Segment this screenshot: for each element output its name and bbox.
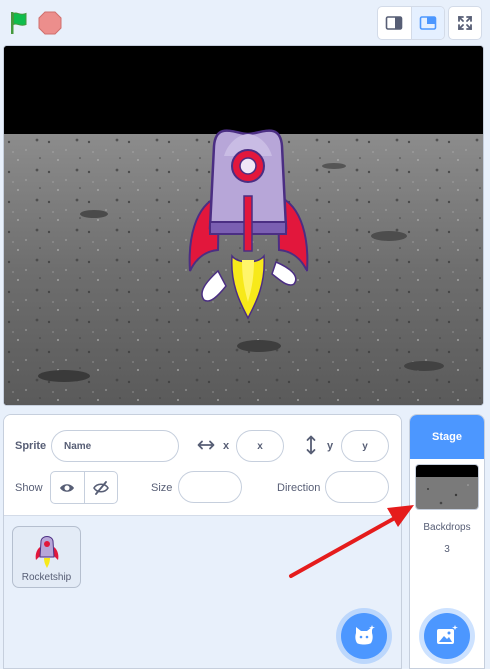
eye-slash-icon: [92, 480, 109, 495]
stop-button[interactable]: [38, 11, 62, 35]
show-sprite-button[interactable]: [51, 472, 84, 503]
stage-size-toggle: [377, 6, 445, 40]
small-stage-icon: [385, 16, 403, 30]
direction-label: Direction: [277, 482, 321, 494]
green-flag-icon: [11, 12, 27, 34]
x-position-icon: [197, 440, 215, 450]
y-position-icon: [306, 435, 316, 455]
backdrop-thumbnail: [415, 464, 479, 510]
stage-header: Stage: [410, 415, 484, 459]
choose-backdrop-button[interactable]: [424, 613, 470, 659]
x-label: x: [223, 440, 230, 452]
add-backdrop-image-icon: [437, 625, 458, 644]
backdrops-label: Backdrops: [423, 522, 471, 533]
fullscreen-button[interactable]: [448, 6, 482, 40]
add-sprite-cat-icon: [355, 625, 375, 645]
hide-sprite-button[interactable]: [83, 472, 118, 503]
size-input[interactable]: [178, 471, 242, 503]
sprite-tile-rocketship[interactable]: Rocketship: [12, 526, 81, 588]
stage-selector[interactable]: Stage Backdrops 3: [409, 414, 485, 669]
direction-input[interactable]: [325, 471, 389, 503]
show-label: Show: [15, 482, 43, 494]
stop-icon: [38, 11, 62, 35]
sprite-tile-name: Rocketship: [21, 572, 72, 583]
stage-canvas[interactable]: [3, 45, 484, 406]
normal-stage-icon: [419, 16, 437, 30]
rocketship-thumbnail-icon: [35, 536, 59, 568]
normal-stage-button[interactable]: [410, 7, 444, 39]
small-stage-button[interactable]: [378, 7, 411, 39]
backdrops-count: 3: [444, 544, 450, 555]
sprite-name-input[interactable]: [51, 430, 179, 462]
y-label: y: [327, 440, 334, 452]
sprite-pane: Sprite x y Show: [3, 414, 402, 669]
fullscreen-icon: [458, 16, 472, 30]
stage-controls-bar: [0, 0, 490, 44]
visibility-toggle: [50, 471, 118, 504]
size-label: Size: [151, 482, 173, 494]
sprite-label: Sprite: [15, 440, 47, 452]
y-position-input[interactable]: [341, 430, 389, 462]
green-flag-button[interactable]: [6, 10, 32, 36]
sprite-info: Sprite x y Show: [4, 415, 401, 516]
x-position-input[interactable]: [236, 430, 284, 462]
eye-icon: [60, 483, 75, 492]
choose-sprite-button[interactable]: [341, 613, 387, 659]
